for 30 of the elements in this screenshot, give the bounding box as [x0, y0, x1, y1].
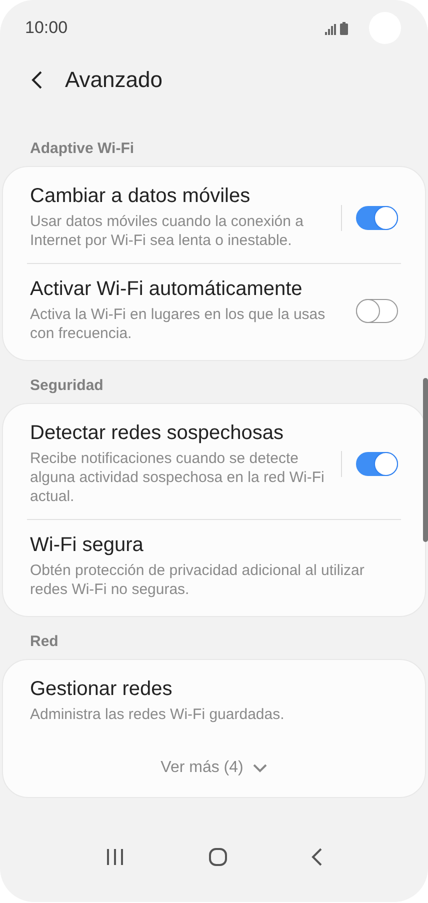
chevron-down-icon — [253, 764, 268, 772]
back-icon[interactable] — [310, 848, 323, 866]
settings-item[interactable]: Gestionar redes Administra las redes Wi-Fi guardadas. — [3, 664, 425, 737]
item-title: Activar Wi-Fi automáticamente — [30, 278, 304, 301]
section-header: Seguridad — [29, 376, 104, 396]
back-icon[interactable] — [31, 70, 43, 90]
status-time: 10:00 — [25, 18, 68, 38]
home-icon[interactable] — [208, 847, 228, 867]
settings-item[interactable]: Wi-Fi segura Obtén protección de privacidad adicional al utilizar redes Wi-Fi no seguras. — [3, 520, 425, 612]
toggle-switch[interactable] — [356, 206, 398, 230]
settings-item[interactable]: Detectar redes sospechosas Recibe notificaciones cuando se detecte alguna actividad sospechosa en la red Wi-Fi actual. — [3, 408, 425, 519]
item-title: Gestionar redes — [30, 678, 174, 701]
settings-item[interactable]: Cambiar a datos móviles Usar datos móviles cuando la conexión a Internet por Wi-Fi sea lenta o inestable. — [3, 171, 425, 263]
item-summary: Administra las redes Wi-Fi guardadas. — [30, 705, 286, 724]
recent-apps-icon[interactable] — [105, 848, 126, 866]
settings-item[interactable]: Activar Wi-Fi automáticamente Activa la Wi-Fi en lugares en los que la usas con frecuencia. — [3, 264, 425, 356]
item-summary: Recibe notificaciones cuando se detecte alguna actividad sospechosa en la red Wi-Fi actual. — [30, 449, 326, 506]
toggle-switch[interactable] — [356, 298, 398, 322]
item-title: Cambiar a datos móviles — [30, 185, 252, 208]
battery-icon — [340, 22, 348, 34]
signal-icon — [325, 24, 336, 34]
section-header: Red — [29, 632, 60, 652]
item-title: Wi-Fi segura — [30, 534, 144, 557]
section-header: Adaptive Wi-Fi — [29, 139, 136, 159]
item-summary: Usar datos móviles cuando la conexión a Internet por Wi-Fi sea lenta o inestable. — [30, 212, 304, 250]
page-title: Avanzado — [65, 67, 162, 93]
item-summary: Obtén protección de privacidad adicional al utilizar redes Wi-Fi no seguras. — [30, 561, 366, 599]
item-title: Detectar redes sospechosas — [30, 422, 284, 445]
toggle-switch[interactable] — [356, 452, 398, 476]
item-summary: Activa la Wi-Fi en lugares en los que la usas con frecuencia. — [30, 305, 326, 343]
